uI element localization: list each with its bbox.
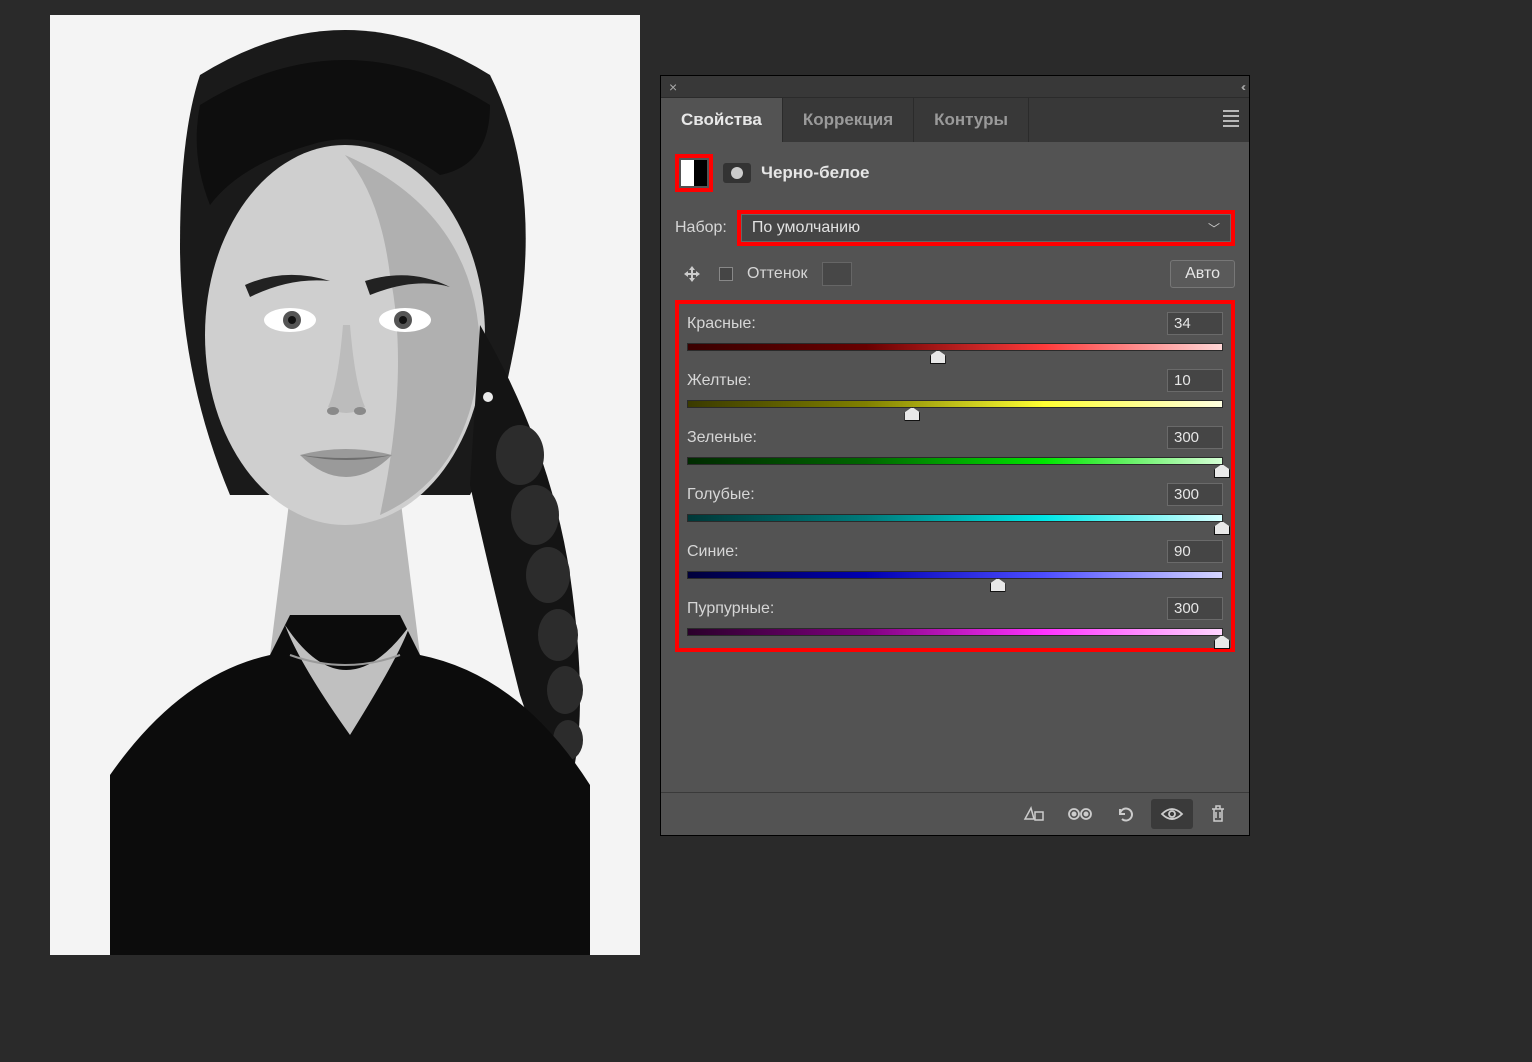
collapse-icon[interactable]: ‹‹ — [1241, 80, 1243, 94]
slider-label: Желтые: — [687, 372, 751, 390]
slider-track[interactable] — [687, 343, 1223, 351]
previous-state-icon[interactable] — [1059, 799, 1101, 829]
chevron-down-icon: ﹀ — [1208, 220, 1220, 237]
highlight-box: По умолчанию ﹀ — [737, 210, 1235, 246]
slider-5: Пурпурные: — [687, 597, 1223, 636]
tab-1[interactable]: Коррекция — [783, 98, 914, 142]
close-icon[interactable]: × — [669, 79, 677, 95]
slider-3: Голубые: — [687, 483, 1223, 522]
slider-handle[interactable] — [990, 578, 1006, 592]
slider-handle[interactable] — [1214, 464, 1230, 478]
slider-label: Синие: — [687, 543, 739, 561]
tint-color-swatch[interactable] — [822, 262, 852, 286]
panel-footer — [661, 792, 1249, 835]
targeted-adjustment-icon[interactable] — [681, 263, 705, 285]
slider-handle[interactable] — [904, 407, 920, 421]
slider-handle[interactable] — [1214, 635, 1230, 649]
slider-track[interactable] — [687, 400, 1223, 408]
slider-2: Зеленые: — [687, 426, 1223, 465]
reset-icon[interactable] — [1105, 799, 1147, 829]
slider-4: Синие: — [687, 540, 1223, 579]
panel-titlebar: × ‹‹ — [661, 76, 1249, 98]
slider-value-input[interactable] — [1167, 426, 1223, 449]
highlight-box: Красные: Желтые: Зеленые: Голубые: Синие: Пур… — [675, 300, 1235, 652]
layer-mask-icon[interactable] — [723, 163, 751, 183]
slider-value-input[interactable] — [1167, 312, 1223, 335]
slider-label: Зеленые: — [687, 429, 757, 447]
panel-menu-icon[interactable] — [1223, 110, 1239, 127]
preset-select[interactable]: По умолчанию ﹀ — [741, 214, 1231, 242]
slider-track[interactable] — [687, 457, 1223, 465]
slider-track[interactable] — [687, 514, 1223, 522]
auto-button[interactable]: Авто — [1170, 260, 1235, 288]
slider-label: Пурпурные: — [687, 600, 774, 618]
slider-value-input[interactable] — [1167, 540, 1223, 563]
highlight-box — [675, 154, 713, 192]
tint-checkbox[interactable] — [719, 267, 733, 281]
properties-panel: × ‹‹ СвойстваКоррекцияКонтуры Черно-бело… — [660, 75, 1250, 836]
document-canvas[interactable] — [50, 15, 640, 955]
tab-0[interactable]: Свойства — [661, 98, 783, 142]
slider-1: Желтые: — [687, 369, 1223, 408]
slider-0: Красные: — [687, 312, 1223, 351]
visibility-icon[interactable] — [1151, 799, 1193, 829]
slider-label: Голубые: — [687, 486, 755, 504]
slider-label: Красные: — [687, 315, 756, 333]
preset-label: Набор: — [675, 219, 727, 237]
tint-label: Оттенок — [747, 265, 808, 283]
slider-value-input[interactable] — [1167, 597, 1223, 620]
tab-2[interactable]: Контуры — [914, 98, 1029, 142]
clip-mask-icon[interactable] — [1013, 799, 1055, 829]
slider-handle[interactable] — [1214, 521, 1230, 535]
preset-value: По умолчанию — [752, 219, 860, 237]
slider-track[interactable] — [687, 571, 1223, 579]
adjustment-title: Черно-белое — [761, 163, 869, 183]
bw-adjustment-icon — [681, 160, 707, 186]
slider-handle[interactable] — [930, 350, 946, 364]
slider-value-input[interactable] — [1167, 483, 1223, 506]
slider-track[interactable] — [687, 628, 1223, 636]
panel-tabs: СвойстваКоррекцияКонтуры — [661, 98, 1249, 142]
delete-icon[interactable] — [1197, 799, 1239, 829]
slider-value-input[interactable] — [1167, 369, 1223, 392]
